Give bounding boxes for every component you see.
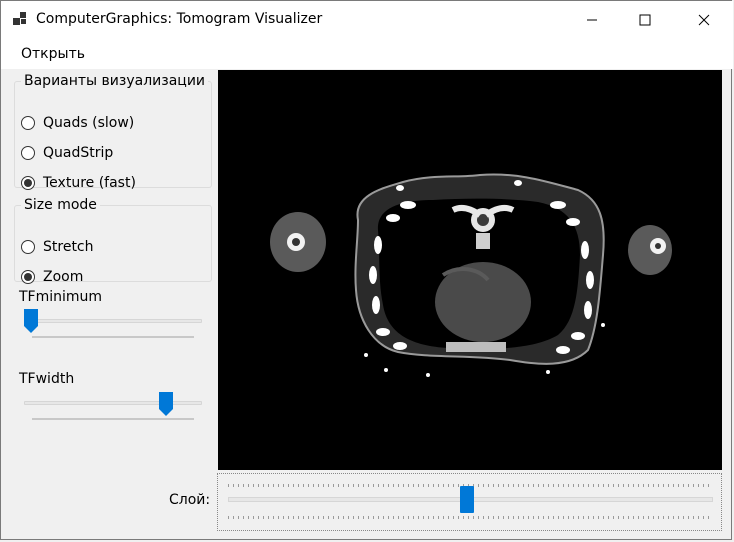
tf-width-tickbar — [32, 418, 194, 420]
close-button[interactable] — [681, 1, 727, 38]
layer-thumb[interactable] — [460, 486, 474, 513]
layer-ticks-bottom — [228, 516, 713, 519]
visualization-group-legend: Варианты визуализации — [24, 73, 206, 89]
maximize-icon — [639, 14, 651, 25]
size-mode-group-legend: Size mode — [24, 197, 97, 213]
radio-label: Stretch — [43, 239, 94, 255]
layer-slider[interactable] — [217, 473, 722, 531]
radio-label: Quads (slow) — [43, 115, 135, 131]
tf-minimum-track[interactable] — [24, 319, 202, 323]
radio-stretch[interactable]: Stretch — [21, 239, 94, 255]
radio-button[interactable] — [21, 146, 35, 160]
title-bar[interactable]: ComputerGraphics: Tomogram Visualizer — [1, 1, 733, 38]
radio-label: Zoom — [43, 269, 84, 285]
tf-width-track[interactable] — [24, 401, 202, 405]
tf-minimum-tickbar — [32, 336, 194, 338]
ct-slice-image — [270, 173, 672, 377]
tf-minimum-label: TFminimum — [19, 289, 103, 305]
radio-zoom[interactable]: Zoom — [21, 269, 83, 285]
radio-label: QuadStrip — [43, 145, 114, 161]
tomogram-viewport[interactable] — [218, 70, 722, 470]
radio-quadstrip[interactable]: QuadStrip — [21, 145, 113, 161]
layer-label: Слой: — [169, 492, 211, 508]
close-icon — [698, 14, 710, 25]
app-icon — [13, 12, 26, 25]
maximize-button[interactable] — [622, 1, 668, 38]
radio-texture[interactable]: Texture (fast) — [21, 175, 136, 191]
minimize-icon — [587, 19, 597, 20]
menu-open[interactable]: Открыть — [21, 46, 85, 62]
radio-quads[interactable]: Quads (slow) — [21, 115, 134, 131]
radio-button[interactable] — [21, 176, 35, 190]
size-mode-group: Size mode Stretch Zoom — [14, 197, 212, 285]
tf-minimum-thumb[interactable] — [24, 309, 38, 333]
tf-width-thumb[interactable] — [159, 392, 173, 416]
minimize-button[interactable] — [569, 1, 615, 38]
radio-label: Texture (fast) — [43, 175, 136, 191]
radio-button[interactable] — [21, 116, 35, 130]
radio-button[interactable] — [21, 240, 35, 254]
main-window: ComputerGraphics: Tomogram Visualizer От… — [0, 0, 733, 540]
tf-width-label: TFwidth — [19, 371, 75, 387]
radio-button[interactable] — [21, 270, 35, 284]
visualization-group: Варианты визуализации Quads (slow) QuadS… — [14, 73, 212, 191]
menu-bar: Открыть — [1, 38, 733, 69]
window-title: ComputerGraphics: Tomogram Visualizer — [36, 11, 323, 27]
